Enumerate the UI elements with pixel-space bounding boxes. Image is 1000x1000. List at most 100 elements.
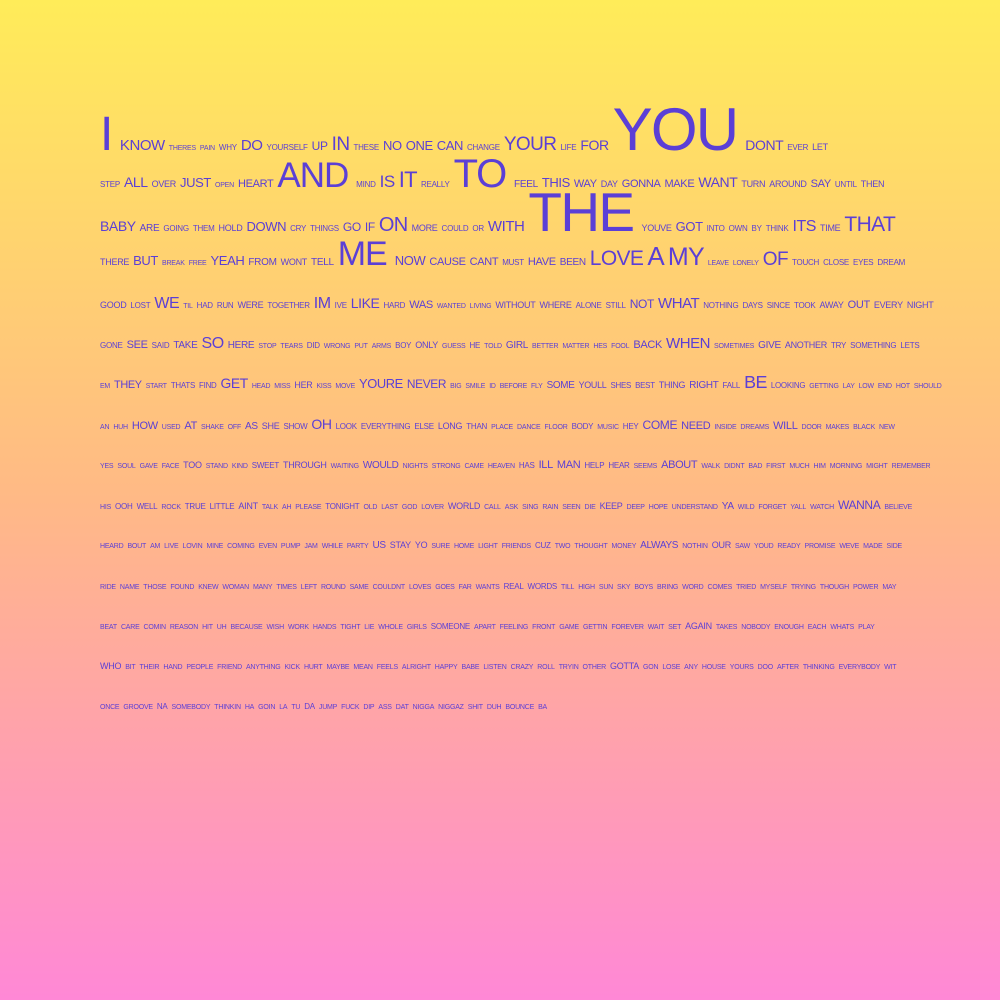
cloud-word: HURT: [303, 663, 323, 671]
cloud-word: TALK: [261, 504, 278, 512]
cloud-word: CANT: [469, 256, 499, 269]
cloud-word: FREE: [188, 260, 207, 268]
cloud-word: PUMP: [280, 543, 301, 550]
cloud-word: HOLD: [218, 222, 243, 233]
cloud-word: MIGHT: [866, 463, 888, 471]
cloud-word: KISS: [316, 382, 332, 390]
cloud-line: BEAT CARE COMIN REASON HIT UH BECAUSE WISH WORK H…: [100, 622, 945, 631]
cloud-word: THROUGH: [283, 460, 327, 471]
cloud-word: BY: [751, 223, 762, 233]
cloud-word: BUT: [133, 253, 158, 269]
cloud-word: DANCE: [517, 424, 541, 432]
cloud-word: DUH: [486, 703, 502, 711]
cloud-word: BLACK: [853, 424, 876, 432]
cloud-word: WOULD: [362, 460, 399, 472]
cloud-word: MADE: [863, 543, 883, 550]
cloud-word: TOLD: [484, 342, 502, 350]
cloud-word: ALWAYS: [640, 541, 679, 551]
cloud-word: SHOW: [283, 422, 308, 432]
cloud-word: PROMISE: [804, 543, 836, 550]
cloud-word: FOUND: [170, 583, 195, 591]
cloud-word: KICK: [284, 663, 300, 671]
cloud-word: GON: [642, 663, 659, 671]
cloud-word: MAYBE: [326, 663, 350, 671]
cloud-word: FAR: [458, 583, 472, 591]
cloud-word: LOOK: [335, 422, 358, 432]
cloud-word: TRY: [830, 340, 847, 350]
cloud-word: THOUGH: [819, 583, 849, 591]
cloud-word: THATS: [170, 380, 196, 390]
cloud-word: GOTTA: [610, 661, 639, 671]
cloud-word: ROUND: [320, 583, 346, 591]
cloud-word: LITTLE: [209, 502, 235, 512]
cloud-word: AS: [245, 421, 258, 433]
cloud-word: MORNING: [829, 463, 863, 471]
cloud-word: WHILE: [321, 543, 343, 550]
cloud-word: TIGHT: [340, 623, 361, 631]
cloud-word: HEAD: [251, 382, 271, 390]
cloud-word: HERE: [227, 339, 255, 351]
cloud-word: SEE: [126, 338, 148, 351]
cloud-word: UH: [216, 623, 227, 631]
cloud-word: STRONG: [431, 463, 461, 471]
cloud-word: BIT: [125, 663, 136, 671]
cloud-word: MOVE: [335, 382, 356, 390]
cloud-word: HES: [593, 342, 608, 350]
cloud-word: THE: [528, 184, 635, 240]
cloud-word: OOH: [115, 502, 133, 512]
cloud-word: WHY: [218, 143, 237, 152]
cloud-word: WIT: [884, 663, 897, 671]
cloud-word: BOY: [395, 340, 412, 350]
cloud-word: ANYTHING: [245, 663, 281, 671]
cloud-word: ROLL: [537, 663, 555, 671]
cloud-word: SET: [668, 623, 682, 631]
cloud-word: EVEN: [258, 543, 277, 550]
cloud-word: BABE: [461, 663, 480, 671]
cloud-word: NOBODY: [741, 623, 771, 631]
cloud-word: BEST: [635, 380, 655, 390]
cloud-word: LIE: [364, 623, 375, 631]
cloud-word: FEELING: [499, 623, 529, 631]
cloud-word: HARD: [383, 300, 406, 310]
cloud-line: EM THEY START THATS FIND GET HEAD MISS HER KISS MO…: [100, 374, 945, 392]
cloud-line: BABY ARE GOING THEM HOLD DOWN CRY THINGS GO IF ON M…: [100, 185, 945, 240]
cloud-word: SEEMS: [633, 463, 658, 471]
cloud-word: BELIEVE: [884, 504, 913, 512]
cloud-word: BABY: [100, 217, 136, 234]
cloud-word: LETS: [900, 340, 920, 350]
cloud-word: BOUNCE: [505, 703, 535, 711]
cloud-word: AINT: [238, 501, 258, 512]
cloud-word: GET: [220, 374, 249, 391]
cloud-word: THAN: [466, 422, 488, 432]
cloud-word: LISTEN: [483, 663, 507, 671]
word-cloud: I KNOW THERES PAIN WHY DO YOURSELF UP IN THESE NO O…: [100, 90, 945, 730]
cloud-word: YOURE: [359, 375, 403, 391]
cloud-word: BEEN: [559, 257, 586, 269]
cloud-word: GETTIN: [582, 623, 608, 631]
cloud-word: WORK: [287, 623, 309, 631]
cloud-word: MORE: [411, 222, 438, 233]
cloud-word: THEM: [192, 223, 215, 233]
cloud-line: THERE BUT BREAK FREE YEAH FROM WONT TELL ME NOW CA…: [100, 237, 945, 271]
cloud-word: CUZ: [534, 541, 551, 550]
cloud-word: BE: [744, 373, 767, 392]
cloud-word: WALK: [701, 463, 721, 471]
cloud-word: WILL: [773, 420, 798, 433]
cloud-word: BREAK: [162, 260, 185, 268]
cloud-word: PEOPLE: [186, 663, 214, 671]
cloud-word: NIGHT: [906, 299, 934, 310]
cloud-word: GAVE: [139, 463, 158, 471]
cloud-word: CRY: [290, 223, 307, 233]
cloud-word: TAKE: [173, 339, 198, 351]
cloud-word: TOUCH: [791, 258, 820, 268]
cloud-word: YEAH: [210, 253, 245, 269]
cloud-word: GOT: [675, 218, 703, 234]
cloud-word: LIVE: [164, 543, 179, 550]
cloud-word: NAME: [119, 583, 140, 591]
cloud-word: OUR: [711, 541, 731, 550]
cloud-word: TRYING: [790, 583, 816, 591]
cloud-word: ARE: [139, 222, 160, 234]
cloud-word: UNDERSTAND: [671, 504, 718, 512]
cloud-word: AT: [184, 420, 197, 433]
cloud-word: ILL: [538, 460, 554, 472]
